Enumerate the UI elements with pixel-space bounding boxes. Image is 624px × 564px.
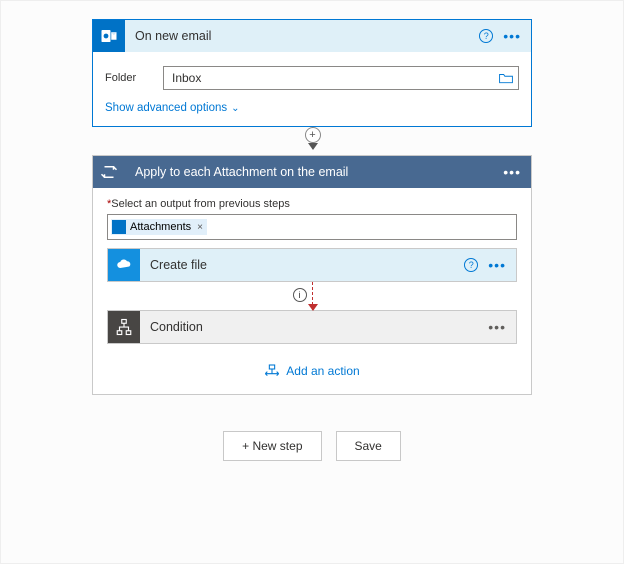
more-icon[interactable]: ••• [488, 323, 506, 331]
add-action-icon [264, 364, 280, 378]
help-icon[interactable]: ? [464, 258, 478, 272]
insert-step-button[interactable]: + [305, 127, 321, 143]
show-advanced-link[interactable]: Show advanced options ⌄ [105, 102, 240, 114]
remove-token-icon[interactable]: × [197, 222, 203, 233]
create-file-card[interactable]: Create file ? ••• [107, 248, 517, 282]
for-each-card[interactable]: Apply to each Attachment on the email ••… [92, 155, 532, 395]
connector-line: + [312, 127, 313, 149]
show-advanced-label: Show advanced options [105, 102, 227, 114]
trigger-header[interactable]: On new email ? ••• [93, 20, 531, 52]
for-each-header[interactable]: Apply to each Attachment on the email ••… [93, 156, 531, 188]
token-label: Attachments [130, 221, 191, 233]
add-action-label: Add an action [286, 364, 359, 378]
connector-line-dashed: i [312, 282, 313, 310]
connector-2: i [107, 282, 517, 310]
chevron-down-icon: ⌄ [231, 103, 239, 114]
select-output-input[interactable]: Attachments × [107, 214, 517, 240]
add-action-button[interactable]: Add an action [107, 344, 517, 378]
more-icon[interactable]: ••• [488, 261, 506, 269]
more-icon[interactable]: ••• [503, 168, 521, 176]
for-each-title: Apply to each Attachment on the email [125, 165, 503, 179]
folder-input[interactable] [163, 66, 519, 90]
footer-buttons: + New step Save [92, 431, 532, 461]
help-icon[interactable]: ? [479, 29, 493, 43]
condition-icon [108, 311, 140, 343]
onedrive-icon [108, 249, 140, 281]
attachments-token[interactable]: Attachments × [111, 219, 207, 235]
outlook-icon-svg [100, 27, 118, 45]
arrowhead-icon [308, 304, 318, 311]
outlook-icon [93, 20, 125, 52]
trigger-body: Folder Show advanced options ⌄ [93, 52, 531, 126]
folder-picker-icon[interactable] [499, 73, 513, 84]
outlook-icon [112, 220, 126, 234]
save-button[interactable]: Save [336, 431, 401, 461]
connector-1: + [92, 127, 532, 155]
condition-header[interactable]: Condition ••• [108, 311, 516, 343]
more-icon[interactable]: ••• [503, 32, 521, 40]
new-step-button[interactable]: + New step [223, 431, 321, 461]
create-file-header[interactable]: Create file ? ••• [108, 249, 516, 281]
condition-card[interactable]: Condition ••• [107, 310, 517, 344]
condition-title: Condition [140, 320, 488, 334]
trigger-title: On new email [125, 29, 479, 43]
select-output-label: *Select an output from previous steps [107, 198, 517, 210]
trigger-card[interactable]: On new email ? ••• Folder Show advanced … [92, 19, 532, 127]
loop-icon [93, 156, 125, 188]
info-icon[interactable]: i [293, 288, 307, 302]
folder-label: Folder [105, 72, 155, 84]
for-each-body: *Select an output from previous steps At… [93, 188, 531, 394]
create-file-title: Create file [140, 258, 464, 272]
arrowhead-icon [308, 143, 318, 150]
